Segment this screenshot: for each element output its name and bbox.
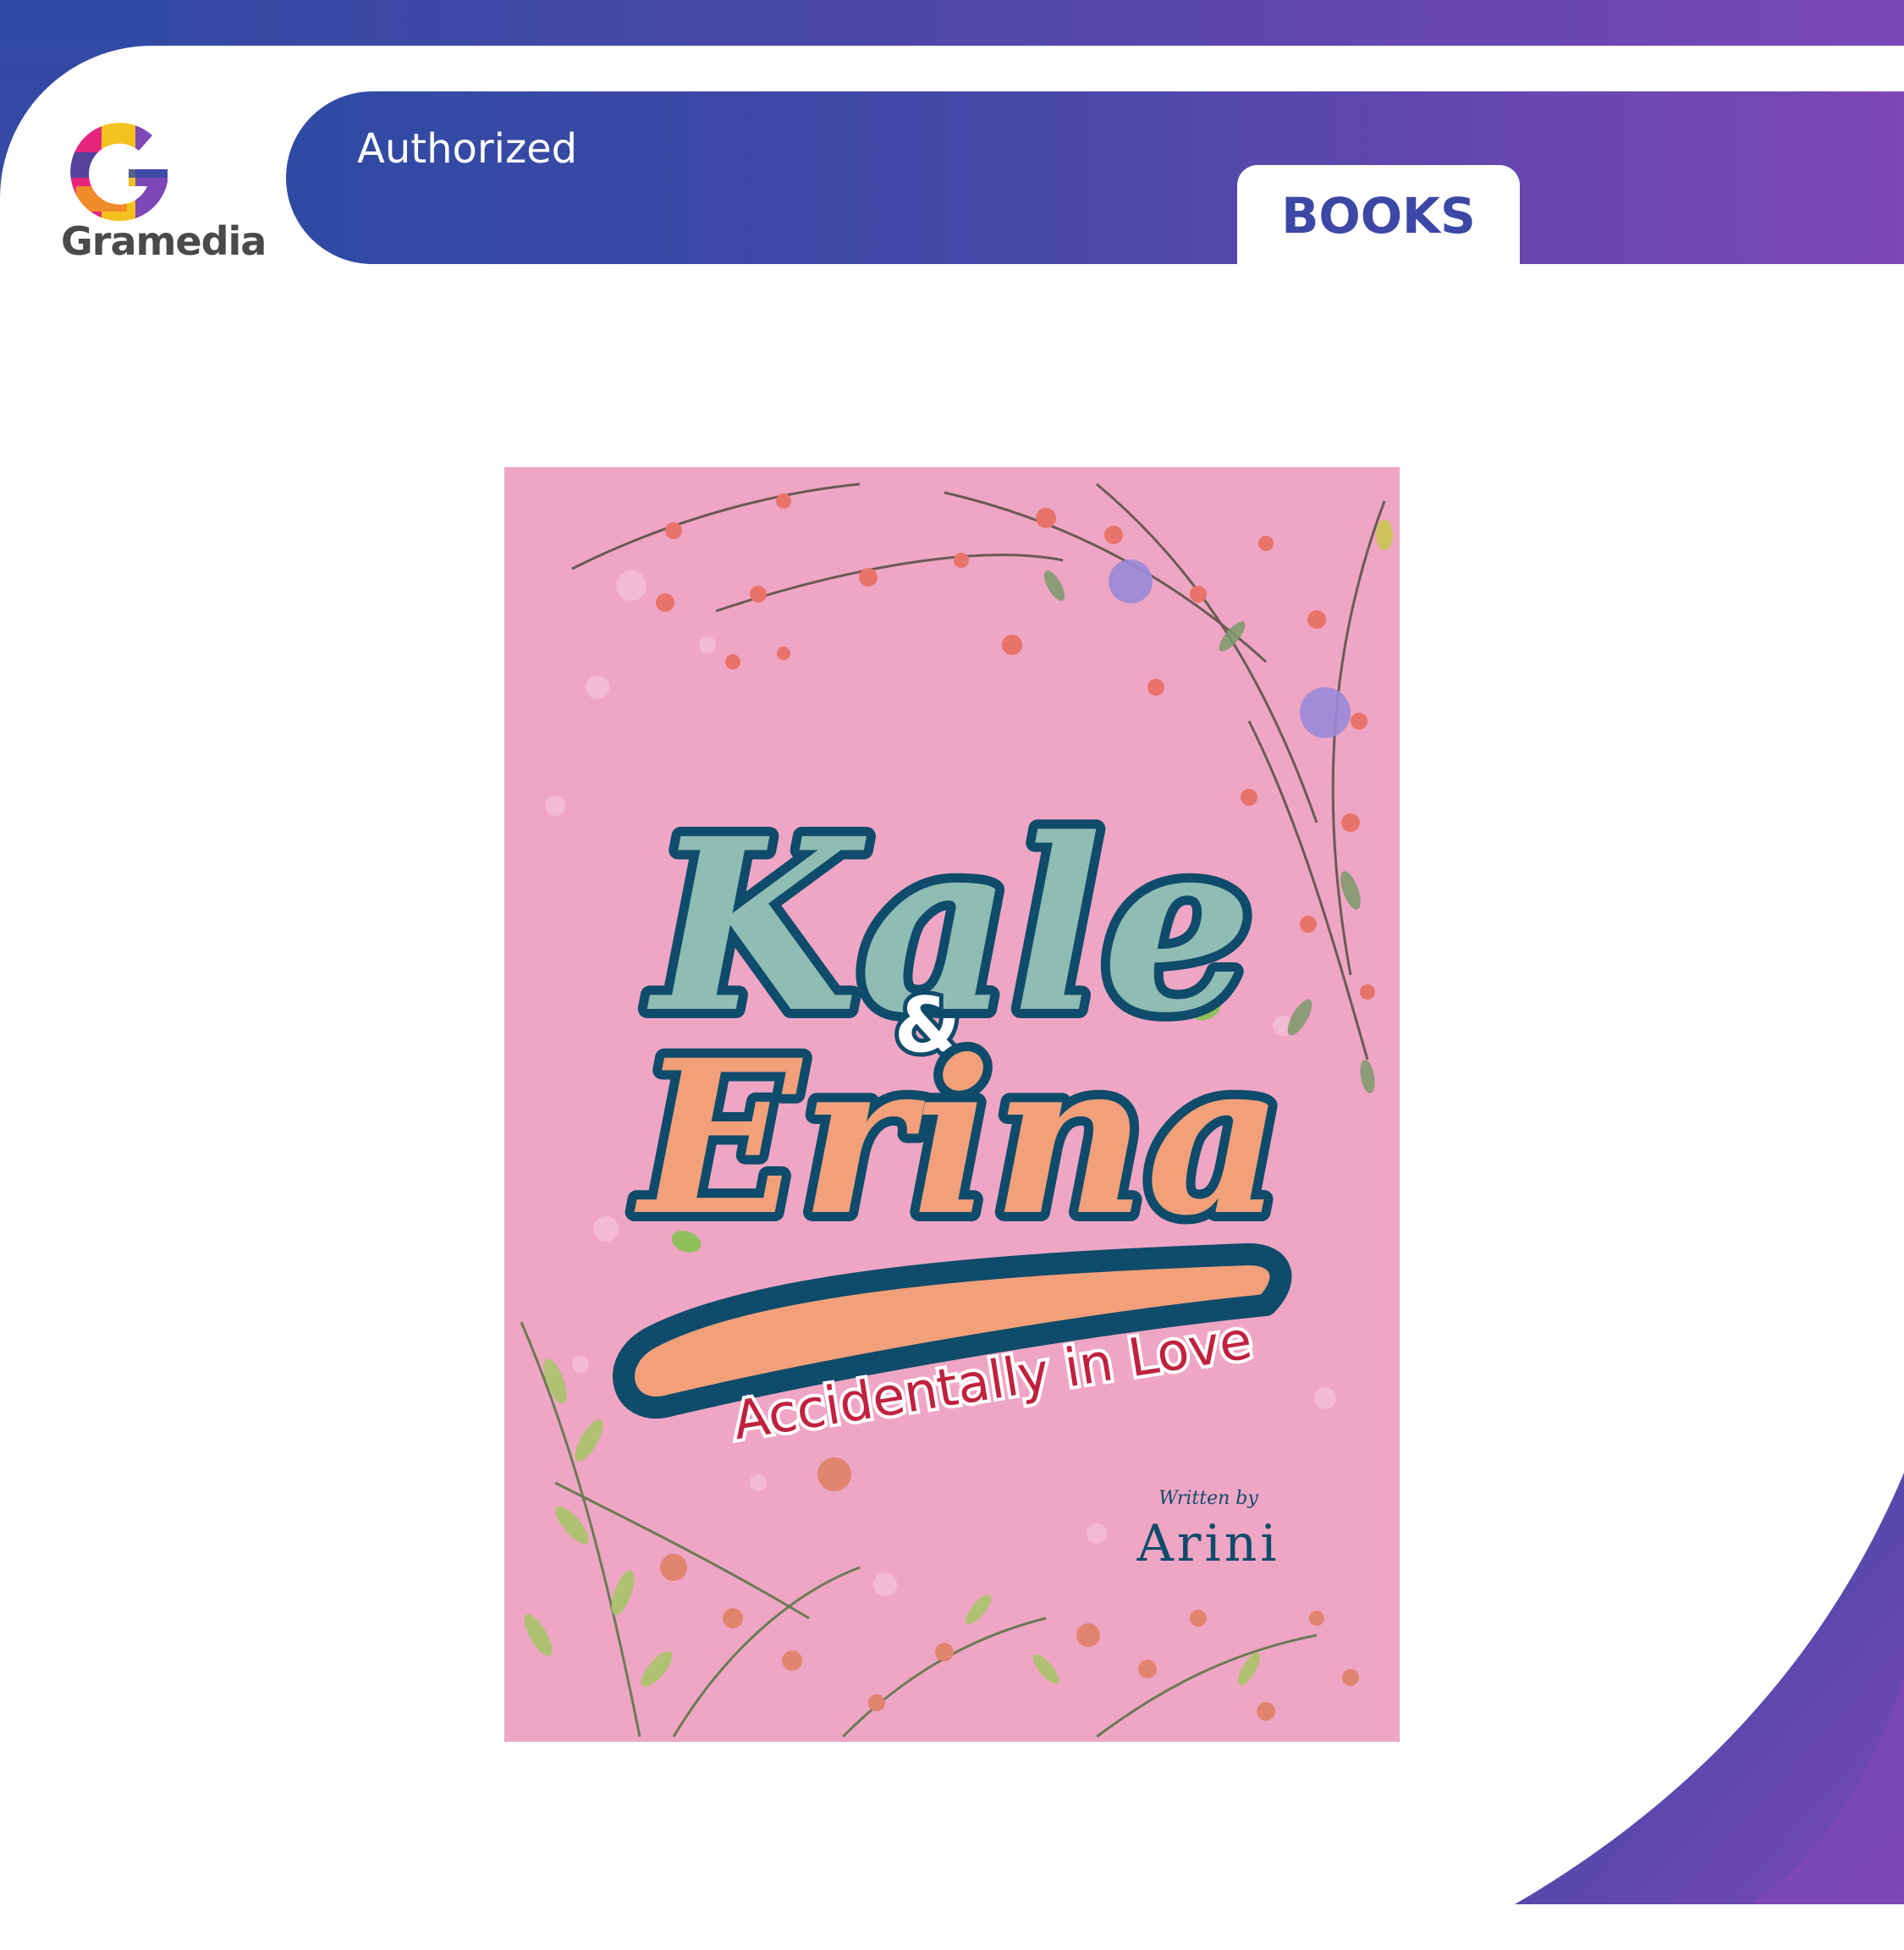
author-name: Arini (1136, 1514, 1279, 1573)
written-by-label: Written by (1158, 1488, 1258, 1509)
title-erina: Erina (635, 1013, 1284, 1262)
top-gradient-bar (0, 0, 1904, 46)
brand-name: Gramedia (61, 218, 267, 264)
cover-artwork: Kale & Erina Accidentally in Love Writte… (520, 482, 1393, 1738)
authorized-label: Authorized (357, 125, 578, 173)
tab-books[interactable]: BOOKS (1237, 165, 1520, 264)
book-cover[interactable]: Kale & Erina Accidentally in Love Writte… (504, 467, 1400, 1742)
corner-swoosh-decoration (1515, 1473, 1904, 1904)
tab-books-label: BOOKS (1281, 187, 1476, 245)
header-band (286, 91, 1904, 264)
